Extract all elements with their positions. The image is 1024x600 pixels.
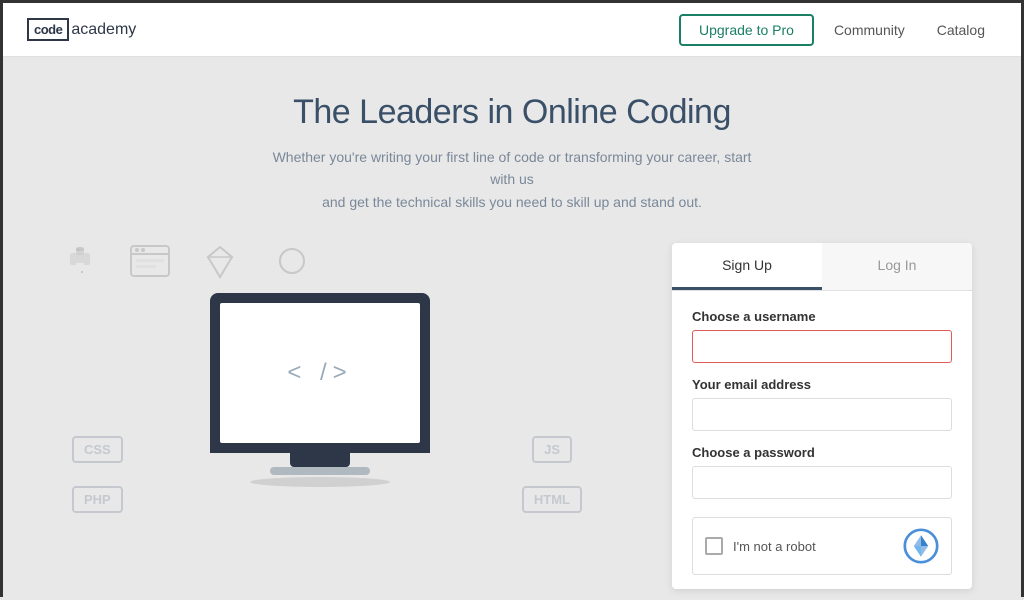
moon-icon <box>270 243 306 286</box>
hero-subtitle-line2: and get the technical skills you need to… <box>322 194 702 210</box>
badge-js: JS <box>532 436 572 463</box>
monitor-wrapper: < /> <box>210 293 430 487</box>
badge-html: HTML <box>522 486 582 513</box>
email-input[interactable] <box>692 398 952 431</box>
header: code academy Upgrade to Pro Community Ca… <box>3 3 1021 57</box>
main-content: The Leaders in Online Coding Whether you… <box>3 57 1021 600</box>
icons-row <box>62 243 306 286</box>
monitor-screen: < /> <box>220 303 420 443</box>
hero-subtitle: Whether you're writing your first line o… <box>262 146 762 213</box>
monitor-stand <box>290 453 350 467</box>
form-tabs: Sign Up Log In <box>672 243 972 291</box>
diamond-icon <box>202 243 238 286</box>
password-label: Choose a password <box>692 445 952 460</box>
illustration: < /> CSS JS PHP HTML <box>52 243 632 523</box>
monitor-base <box>270 467 370 475</box>
tab-signup[interactable]: Sign Up <box>672 243 822 290</box>
username-input[interactable] <box>692 330 952 363</box>
logo: code academy <box>27 18 136 41</box>
python-icon <box>62 243 98 286</box>
username-label: Choose a username <box>692 309 952 324</box>
logo-code-box: code <box>27 18 69 41</box>
logo-academy-text: academy <box>71 21 136 39</box>
upgrade-to-pro-button[interactable]: Upgrade to Pro <box>679 14 814 46</box>
content-row: < /> CSS JS PHP HTML Sign Up Log In <box>32 243 992 589</box>
recaptcha-checkbox[interactable] <box>705 537 723 555</box>
form-panel: Sign Up Log In Choose a username Your em… <box>672 243 972 589</box>
code-display: < /> <box>287 359 352 387</box>
nav-community-link[interactable]: Community <box>822 16 917 44</box>
browser-icon <box>130 245 170 284</box>
hero-subtitle-line1: Whether you're writing your first line o… <box>273 149 752 187</box>
monitor-shadow <box>250 477 390 487</box>
badge-css: CSS <box>72 436 123 463</box>
hero-title: The Leaders in Online Coding <box>293 93 731 132</box>
monitor-frame: < /> <box>210 293 430 453</box>
tab-login[interactable]: Log In <box>822 243 972 290</box>
nav-catalog-link[interactable]: Catalog <box>925 16 997 44</box>
recaptcha-widget[interactable]: I'm not a robot <box>692 517 952 575</box>
recaptcha-label: I'm not a robot <box>733 539 893 554</box>
badge-php: PHP <box>72 486 123 513</box>
recaptcha-logo-icon <box>903 528 939 564</box>
logo-code-text: code <box>34 22 62 37</box>
form-body: Choose a username Your email address Cho… <box>672 291 972 589</box>
email-label: Your email address <box>692 377 952 392</box>
password-input[interactable] <box>692 466 952 499</box>
header-nav: Upgrade to Pro Community Catalog <box>679 14 997 46</box>
